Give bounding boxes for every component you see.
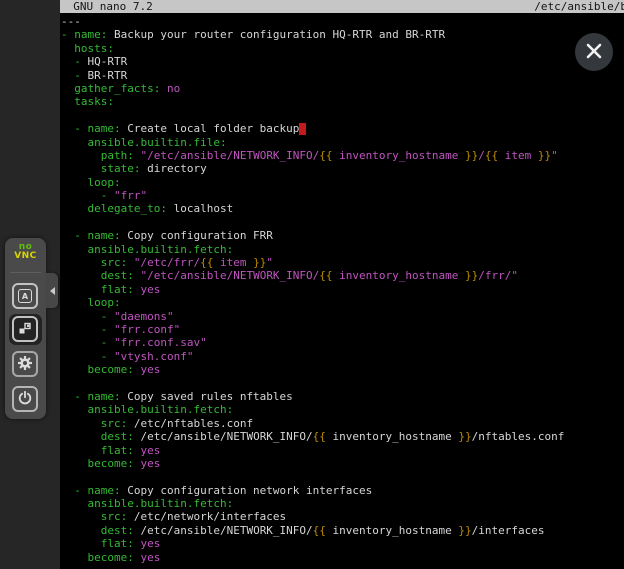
fullscreen-icon	[18, 321, 32, 338]
terminal-line: - HQ-RTR	[61, 55, 624, 68]
terminal-line	[61, 470, 624, 483]
settings-button[interactable]	[12, 351, 38, 377]
terminal-line: hosts:	[61, 42, 624, 55]
close-button[interactable]	[575, 33, 613, 71]
terminal-line: - "frr"	[61, 189, 624, 202]
terminal-line: - name: Backup your router configuration…	[61, 28, 624, 41]
novnc-logo: no VNC	[5, 243, 46, 260]
terminal-line: loop:	[61, 296, 624, 309]
terminal-line: dest: /etc/ansible/NETWORK_INFO/{{ inven…	[61, 524, 624, 537]
terminal-line: src: /etc/nftables.conf	[61, 417, 624, 430]
terminal-line: - "frr.conf.sav"	[61, 336, 624, 349]
terminal-line	[61, 377, 624, 390]
extra-keys-button[interactable]: A	[12, 283, 38, 309]
terminal-line	[61, 109, 624, 122]
terminal-line: loop:	[61, 176, 624, 189]
terminal-line: flat: yes	[61, 537, 624, 550]
terminal-line: flat: yes	[61, 283, 624, 296]
fullscreen-button[interactable]	[12, 316, 38, 342]
terminal-line: src: /etc/network/interfaces	[61, 510, 624, 523]
vnc-control-bar: no VNC A	[5, 238, 46, 419]
terminal-line: become: yes	[61, 363, 624, 376]
file-path: /etc/ansible/b	[534, 0, 624, 13]
terminal-line: ansible.builtin.file:	[61, 136, 624, 149]
text-cursor	[299, 123, 306, 135]
terminal-line: ---	[61, 15, 624, 28]
power-icon	[17, 390, 33, 409]
terminal-line	[61, 216, 624, 229]
close-icon	[575, 32, 613, 73]
terminal-line: become: yes	[61, 457, 624, 470]
editor-content[interactable]: ---- name: Backup your router configurat…	[61, 15, 624, 569]
terminal-line: gather_facts: no	[61, 82, 624, 95]
collapse-arrow-icon	[50, 287, 55, 295]
terminal-line: dest: "/etc/ansible/NETWORK_INFO/{{ inve…	[61, 269, 624, 282]
keyboard-key-icon: A	[18, 289, 32, 303]
terminal-line: flat: yes	[61, 444, 624, 457]
terminal-line: tasks:	[61, 95, 624, 108]
novnc-logo-vnc: VNC	[5, 252, 46, 261]
control-bar-handle[interactable]	[46, 273, 58, 308]
terminal-line: - name: Copy configuration FRR	[61, 229, 624, 242]
terminal-line: - "frr.conf"	[61, 323, 624, 336]
terminal-line: path: "/etc/ansible/NETWORK_INFO/{{ inve…	[61, 149, 624, 162]
terminal-line: - "vtysh.conf"	[61, 350, 624, 363]
terminal-line: - BR-RTR	[61, 69, 624, 82]
terminal-line: state: directory	[61, 162, 624, 175]
terminal-line: - name: Copy saved rules nftables	[61, 390, 624, 403]
app-title: GNU nano 7.2	[60, 0, 153, 13]
terminal-line: - name: Create local folder backup	[61, 122, 624, 135]
terminal-line: ansible.builtin.fetch:	[61, 243, 624, 256]
nano-titlebar: GNU nano 7.2 /etc/ansible/b	[60, 0, 624, 13]
gear-icon	[17, 355, 33, 374]
terminal-line: - "daemons"	[61, 310, 624, 323]
terminal-line: ansible.builtin.fetch:	[61, 497, 624, 510]
fullscreen-active-highlight	[9, 314, 42, 345]
terminal-line: dest: /etc/ansible/NETWORK_INFO/{{ inven…	[61, 430, 624, 443]
terminal-line: become: yes	[61, 551, 624, 564]
vnc-screen[interactable]: GNU nano 7.2 /etc/ansible/b ---- name: B…	[60, 0, 624, 569]
keycap-letter: A	[22, 292, 28, 301]
terminal-line: delegate_to: localhost	[61, 202, 624, 215]
terminal-line: - name: Copy configuration network inter…	[61, 484, 624, 497]
terminal-line: ansible.builtin.fetch:	[61, 403, 624, 416]
control-bar-divider	[10, 272, 41, 273]
disconnect-button[interactable]	[12, 386, 38, 412]
terminal-line: src: "/etc/frr/{{ item }}"	[61, 256, 624, 269]
